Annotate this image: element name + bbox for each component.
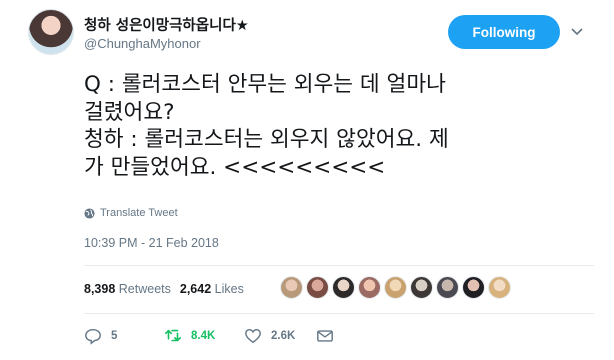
liker-avatar[interactable] xyxy=(436,276,459,299)
liker-avatar[interactable] xyxy=(306,276,329,299)
retweets-count: 8,398 xyxy=(84,282,116,296)
liker-avatar[interactable] xyxy=(332,276,355,299)
likes-count: 2,642 xyxy=(179,282,212,296)
tweet-stats: 8,398 Retweets 2,642 Likes xyxy=(84,282,244,296)
tweet-timestamp[interactable]: 10:39 PM - 21 Feb 2018 xyxy=(84,236,219,250)
liker-avatar[interactable] xyxy=(410,276,433,299)
likes-stat[interactable]: 2,642 Likes xyxy=(180,282,244,296)
translate-tweet-label: Translate Tweet xyxy=(100,207,178,219)
heart-icon xyxy=(245,328,261,344)
author-display-name[interactable]: 청하 성은이망극하옵니다★ xyxy=(84,14,249,35)
liker-avatar[interactable] xyxy=(462,276,485,299)
likes-label: Likes xyxy=(214,282,244,296)
retweet-icon xyxy=(164,329,182,342)
direct-message-button[interactable] xyxy=(316,327,334,345)
envelope-icon xyxy=(317,330,333,342)
chevron-down-icon[interactable] xyxy=(571,27,583,37)
following-button[interactable]: Following xyxy=(448,15,560,49)
divider xyxy=(84,313,594,314)
like-count: 2.6K xyxy=(271,330,296,342)
translate-tweet-link[interactable]: Translate Tweet xyxy=(84,207,178,219)
divider xyxy=(84,265,594,266)
author-handle[interactable]: @ChunghaMyhonor xyxy=(84,36,201,51)
retweet-button[interactable]: 8.4K xyxy=(164,327,215,345)
avatar[interactable] xyxy=(28,9,74,55)
liker-avatar[interactable] xyxy=(358,276,381,299)
tweet-text: Q : 롤러코스터 안무는 외우는 데 얼마나 걸렸어요? 청하 : 롤러코스터… xyxy=(84,72,449,180)
reply-icon xyxy=(85,328,101,345)
liker-avatar[interactable] xyxy=(280,276,303,299)
liker-avatar[interactable] xyxy=(488,276,511,299)
retweets-stat[interactable]: 8,398 Retweets xyxy=(84,282,171,296)
liker-avatar[interactable] xyxy=(384,276,407,299)
tweet-card: 청하 성은이망극하옵니다★ @ChunghaMyhonor Following … xyxy=(0,0,614,360)
tweet-actions: 5 8.4K 2.6K xyxy=(84,327,414,347)
like-button[interactable]: 2.6K xyxy=(244,327,295,345)
likers-avatars xyxy=(280,276,511,299)
reply-count: 5 xyxy=(111,330,118,342)
retweet-count: 8.4K xyxy=(191,330,216,342)
reply-button[interactable]: 5 xyxy=(84,327,117,345)
retweets-label: Retweets xyxy=(118,282,171,296)
globe-icon xyxy=(84,207,95,219)
